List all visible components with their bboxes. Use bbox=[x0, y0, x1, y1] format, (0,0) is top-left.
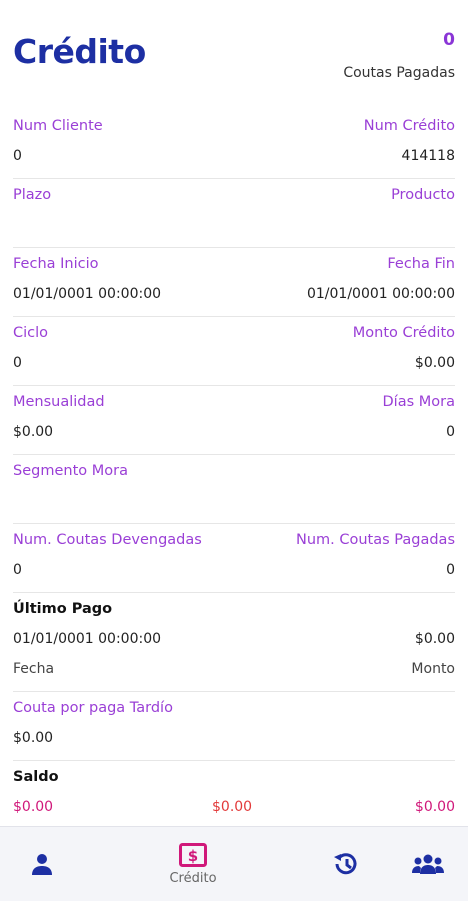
devengadas-label: Num. Coutas Devengadas bbox=[13, 532, 202, 548]
group-icon bbox=[412, 854, 444, 874]
paid-count: 0 bbox=[443, 30, 455, 50]
segmento-mora-label: Segmento Mora bbox=[13, 463, 128, 479]
ultimo-pago-fecha-label: Fecha bbox=[13, 661, 55, 677]
nav-credito[interactable]: $ Crédito bbox=[154, 827, 232, 901]
pagadas-label: Num. Coutas Pagadas bbox=[295, 532, 455, 548]
nav-groups[interactable] bbox=[406, 827, 450, 901]
paid-label: Coutas Pagadas bbox=[343, 65, 455, 81]
nav-history[interactable] bbox=[326, 827, 366, 901]
row-ultimo-pago: Último Pago 01/01/0001 00:00:00 $0.00 Fe… bbox=[13, 593, 455, 692]
fecha-fin-value: 01/01/0001 00:00:00 bbox=[306, 286, 455, 302]
num-credito-value: 414118 bbox=[401, 148, 455, 164]
tardio-label: Couta por paga Tardío bbox=[13, 700, 173, 716]
fecha-fin-label: Fecha Fin bbox=[387, 256, 455, 272]
fecha-inicio-label: Fecha Inicio bbox=[13, 256, 99, 272]
row-cliente-credito: Num Cliente Num Crédito 0 414118 bbox=[13, 110, 455, 179]
plazo-label: Plazo bbox=[13, 187, 52, 203]
nav-credito-label: Crédito bbox=[169, 870, 217, 886]
row-plazo-producto: Plazo Producto bbox=[13, 179, 455, 248]
row-coutas: Num. Coutas Devengadas Num. Coutas Pagad… bbox=[13, 524, 455, 593]
row-segmento-mora: Segmento Mora bbox=[13, 455, 455, 524]
tardio-value: $0.00 bbox=[13, 730, 54, 746]
dias-mora-label: Días Mora bbox=[382, 394, 455, 410]
saldo-value-1: $0.00 bbox=[13, 799, 54, 815]
page-title: Crédito bbox=[13, 32, 146, 71]
mensualidad-label: Mensualidad bbox=[13, 394, 105, 410]
num-credito-label: Num Crédito bbox=[363, 118, 455, 134]
row-mensualidad-mora: Mensualidad Días Mora $0.00 0 bbox=[13, 386, 455, 455]
row-tardio: Couta por paga Tardío $0.00 bbox=[13, 692, 455, 761]
ultimo-pago-monto: $0.00 bbox=[414, 631, 455, 647]
devengadas-value: 0 bbox=[13, 562, 22, 578]
header: Crédito 0 Coutas Pagadas bbox=[0, 0, 468, 110]
ultimo-pago-fecha: 01/01/0001 00:00:00 bbox=[13, 631, 162, 647]
saldo-value-3: $0.00 bbox=[414, 799, 455, 815]
monto-credito-label: Monto Crédito bbox=[352, 325, 455, 341]
saldo-value-2: $0.00 bbox=[212, 799, 253, 815]
dias-mora-value: 0 bbox=[446, 424, 455, 440]
person-icon bbox=[32, 854, 52, 875]
svg-text:$: $ bbox=[188, 847, 198, 865]
producto-label: Producto bbox=[391, 187, 455, 203]
ciclo-label: Ciclo bbox=[13, 325, 49, 341]
row-fechas: Fecha Inicio Fecha Fin 01/01/0001 00:00:… bbox=[13, 248, 455, 317]
history-icon bbox=[334, 853, 357, 875]
num-cliente-value: 0 bbox=[13, 148, 22, 164]
ultimo-pago-title: Último Pago bbox=[13, 601, 113, 617]
dollar-icon: $ bbox=[179, 842, 207, 867]
credit-details: Num Cliente Num Crédito 0 414118 Plazo P… bbox=[0, 110, 468, 829]
saldo-title: Saldo bbox=[13, 769, 59, 785]
monto-credito-value: $0.00 bbox=[414, 355, 455, 371]
nav-profile[interactable] bbox=[22, 827, 62, 901]
fecha-inicio-value: 01/01/0001 00:00:00 bbox=[13, 286, 162, 302]
row-ciclo-monto: Ciclo Monto Crédito 0 $0.00 bbox=[13, 317, 455, 386]
bottom-nav: $ Crédito bbox=[0, 826, 468, 901]
ciclo-value: 0 bbox=[13, 355, 22, 371]
pagadas-value: 0 bbox=[446, 562, 455, 578]
row-saldo: Saldo $0.00 $0.00 $0.00 bbox=[13, 761, 455, 829]
mensualidad-value: $0.00 bbox=[13, 424, 54, 440]
num-cliente-label: Num Cliente bbox=[13, 118, 103, 134]
ultimo-pago-monto-label: Monto bbox=[411, 661, 455, 677]
